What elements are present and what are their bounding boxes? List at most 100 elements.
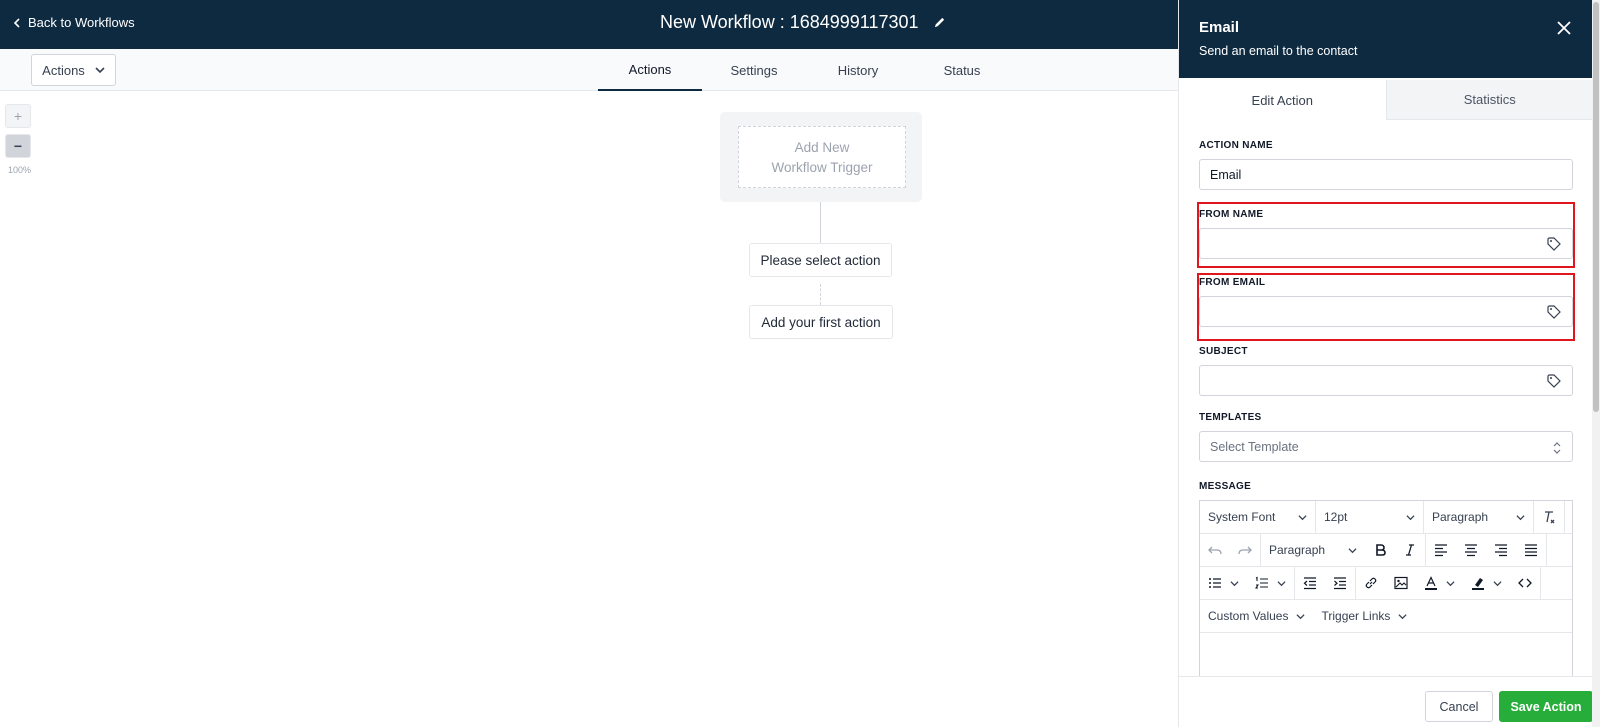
- templates-label: TEMPLATES: [1199, 412, 1262, 423]
- trigger-links-dropdown[interactable]: Trigger Links: [1313, 600, 1415, 633]
- tag-icon[interactable]: [1546, 304, 1562, 320]
- outdent-icon: [1303, 577, 1316, 590]
- bullet-list-button[interactable]: [1200, 567, 1247, 600]
- paragraph-format-select[interactable]: Paragraph: [1261, 534, 1365, 567]
- font-family-select[interactable]: System Font: [1200, 500, 1316, 534]
- align-left-button[interactable]: [1426, 534, 1456, 567]
- bullet-list-icon: [1209, 578, 1221, 588]
- action-name-input[interactable]: Email: [1199, 159, 1573, 190]
- from-email-label: FROM EMAIL: [1199, 277, 1266, 288]
- panel-scrollbar[interactable]: [1592, 0, 1600, 727]
- custom-values-dropdown[interactable]: Custom Values: [1200, 600, 1313, 633]
- back-to-workflows-link[interactable]: Back to Workflows: [12, 15, 135, 30]
- actions-dropdown[interactable]: Actions: [31, 54, 116, 86]
- chevron-up-down-icon: [1553, 442, 1561, 454]
- add-workflow-trigger-button[interactable]: Add New Workflow Trigger: [738, 126, 906, 188]
- font-size-select[interactable]: 12pt: [1316, 500, 1424, 534]
- link-icon: [1365, 577, 1377, 589]
- highlight-color-button[interactable]: [1463, 567, 1510, 600]
- tag-icon[interactable]: [1546, 236, 1562, 252]
- add-first-action-node[interactable]: Add your first action: [749, 305, 893, 339]
- align-justify-button[interactable]: [1516, 533, 1547, 567]
- align-right-icon: [1495, 544, 1507, 557]
- align-center-icon: [1465, 544, 1477, 557]
- chevron-down-icon: [1516, 514, 1525, 520]
- numbered-list-icon: [1255, 576, 1268, 589]
- outdent-button[interactable]: [1295, 567, 1325, 600]
- bold-button[interactable]: [1365, 534, 1395, 567]
- redo-icon: [1238, 546, 1252, 555]
- bold-icon: [1376, 544, 1386, 556]
- template-select[interactable]: Select Template: [1199, 431, 1573, 462]
- italic-icon: [1406, 544, 1414, 556]
- trigger-line-1: Add New: [794, 140, 850, 155]
- insert-link-button[interactable]: [1356, 567, 1386, 600]
- panel-subtitle: Send an email to the contact: [1199, 44, 1358, 58]
- undo-button[interactable]: [1200, 534, 1230, 567]
- text-color-icon: [1425, 576, 1437, 590]
- code-icon: [1518, 578, 1532, 588]
- align-right-button[interactable]: [1486, 534, 1516, 567]
- message-label: MESSAGE: [1199, 481, 1252, 492]
- custom-values-label: Custom Values: [1208, 609, 1289, 623]
- align-center-button[interactable]: [1456, 534, 1486, 567]
- text-color-button[interactable]: [1416, 567, 1463, 600]
- undo-icon: [1208, 546, 1222, 555]
- connector-line: [820, 202, 821, 243]
- scrollbar-thumb[interactable]: [1593, 2, 1599, 412]
- action-name-label: ACTION NAME: [1199, 140, 1273, 151]
- chevron-down-icon: [1493, 580, 1502, 586]
- subject-input[interactable]: [1199, 365, 1573, 396]
- align-justify-icon: [1525, 544, 1537, 557]
- clear-formatting-icon: [1545, 511, 1555, 524]
- source-code-button[interactable]: [1510, 566, 1541, 600]
- from-name-label: FROM NAME: [1199, 209, 1264, 220]
- tab-edit-action[interactable]: Edit Action: [1179, 80, 1387, 120]
- editor-toolbar-row-3: [1200, 566, 1572, 600]
- block-format-value: Paragraph: [1432, 510, 1489, 524]
- chevron-down-icon: [1298, 514, 1307, 520]
- pencil-icon[interactable]: [933, 16, 946, 29]
- subject-label: SUBJECT: [1199, 346, 1248, 357]
- tab-status[interactable]: Status: [910, 49, 1014, 91]
- panel-title: Email: [1199, 19, 1240, 36]
- panel-footer: Cancel Save Action: [1179, 676, 1593, 727]
- tab-actions[interactable]: Actions: [598, 49, 702, 91]
- zoom-in-button[interactable]: +: [5, 104, 31, 128]
- from-name-input[interactable]: [1199, 228, 1573, 259]
- from-email-input[interactable]: [1199, 296, 1573, 327]
- message-body[interactable]: [1200, 634, 1572, 679]
- cancel-button[interactable]: Cancel: [1425, 691, 1493, 722]
- tab-statistics[interactable]: Statistics: [1386, 80, 1593, 120]
- zoom-out-button[interactable]: −: [5, 134, 31, 158]
- chevron-down-icon: [1348, 547, 1357, 553]
- tag-icon[interactable]: [1546, 373, 1562, 389]
- save-action-button[interactable]: Save Action: [1499, 691, 1593, 722]
- font-family-value: System Font: [1208, 510, 1276, 524]
- chevron-down-icon: [1446, 580, 1455, 586]
- insert-image-button[interactable]: [1386, 567, 1416, 600]
- italic-button[interactable]: [1395, 533, 1426, 567]
- message-editor: System Font 12pt Paragraph Paragraph Cus…: [1199, 500, 1573, 680]
- block-format-select[interactable]: Paragraph: [1424, 500, 1534, 534]
- chevron-left-icon: [13, 17, 20, 28]
- panel-header: Email Send an email to the contact: [1179, 0, 1593, 78]
- actions-dropdown-label: Actions: [42, 62, 85, 78]
- action-name-value: Email: [1210, 167, 1242, 182]
- chevron-down-icon: [1296, 613, 1306, 619]
- chevron-down-icon: [1406, 514, 1415, 520]
- clear-formatting-button[interactable]: [1534, 500, 1565, 534]
- chevron-down-icon: [95, 67, 105, 74]
- align-left-icon: [1435, 544, 1447, 557]
- redo-button[interactable]: [1230, 533, 1261, 567]
- indent-icon: [1334, 577, 1346, 590]
- workflow-toolbar: Actions Actions Settings History Status: [0, 49, 1178, 91]
- chevron-down-icon: [1398, 613, 1407, 619]
- workflow-title-text: New Workflow : 1684999117301: [660, 12, 919, 32]
- indent-button[interactable]: [1325, 566, 1356, 600]
- select-action-node[interactable]: Please select action: [749, 243, 892, 277]
- tab-settings[interactable]: Settings: [702, 49, 806, 91]
- numbered-list-button[interactable]: [1247, 566, 1295, 600]
- tab-history[interactable]: History: [806, 49, 910, 91]
- close-icon[interactable]: [1556, 20, 1572, 36]
